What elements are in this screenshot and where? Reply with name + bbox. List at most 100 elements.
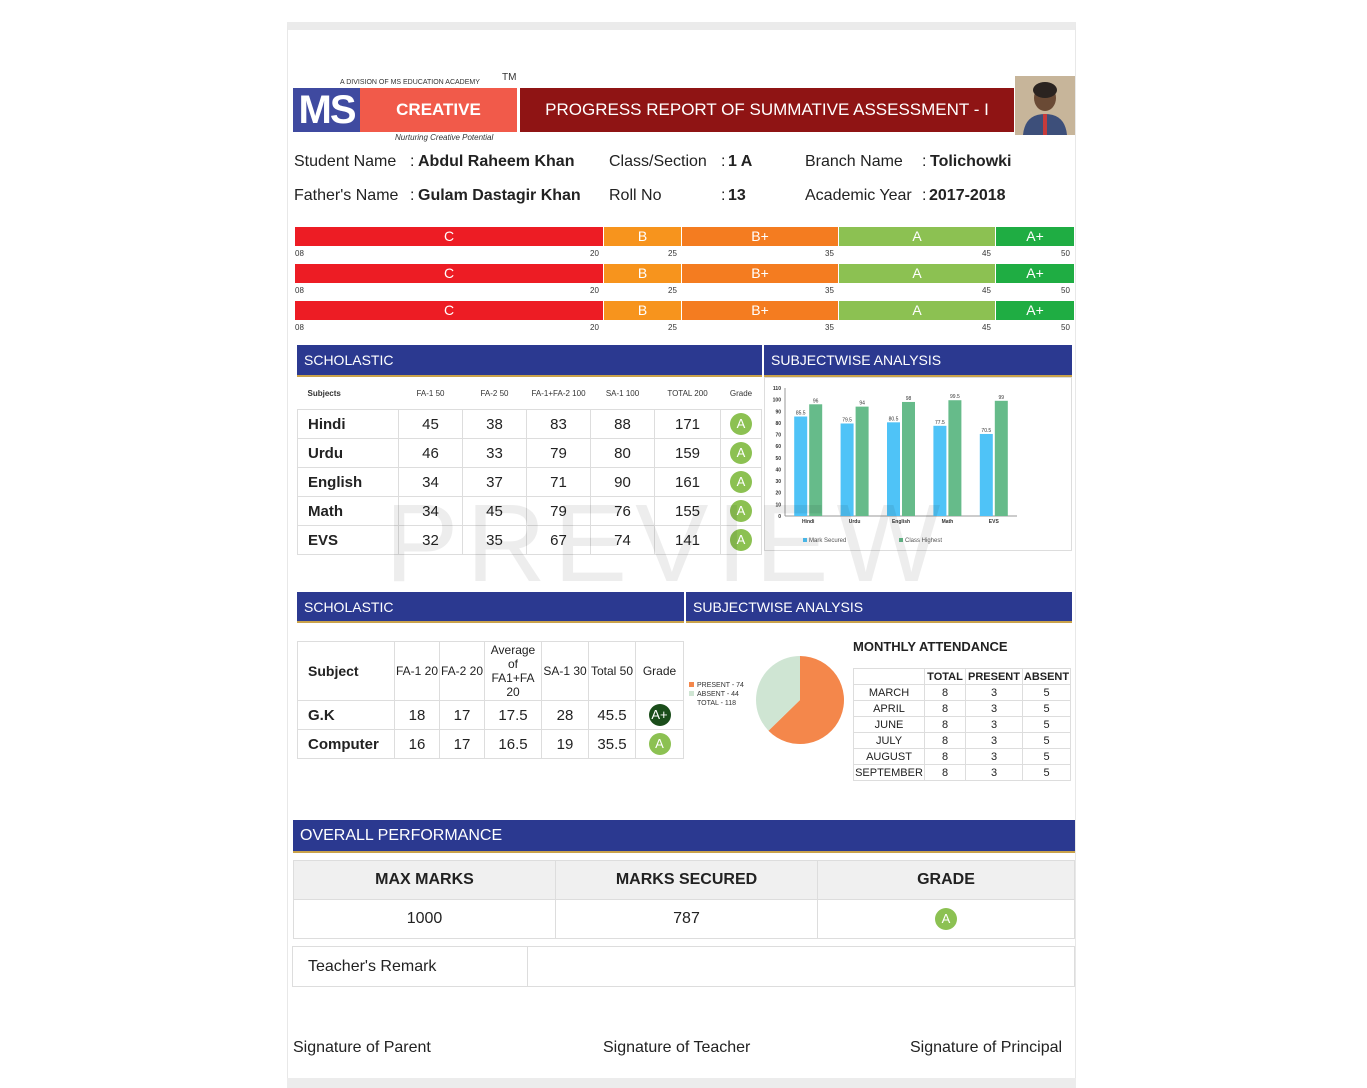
pie-total-label: TOTAL - 118: [697, 700, 736, 707]
cell-fa2: 17: [439, 700, 485, 730]
cell-month: JUNE: [853, 716, 925, 733]
legend-label: PRESENT - 74: [697, 682, 744, 689]
y-tick-label: 60: [775, 444, 781, 450]
table-row: Urdu 46 33 79 80 159 A: [297, 438, 762, 468]
data-label: 80.5: [889, 416, 899, 422]
table-row: 1000 787 A: [293, 899, 1075, 939]
data-label: 96: [813, 398, 819, 404]
grade-tick: 50: [1061, 249, 1070, 258]
table-header-row: Subject FA-1 20 FA-2 20 Average of FA1+F…: [297, 641, 684, 701]
sep: :: [721, 187, 726, 204]
table-row: G.K 18 17 17.5 28 45.5 A+: [297, 700, 684, 730]
col-subjects: Subjects: [307, 388, 341, 398]
class-value: 1 A: [728, 153, 753, 170]
grade-band: C: [295, 301, 603, 320]
cell-absent: 5: [1022, 700, 1071, 717]
col-month: [853, 668, 925, 685]
y-tick-label: 110: [773, 386, 781, 392]
data-label: 94: [859, 401, 865, 407]
sep: :: [410, 187, 415, 204]
cell-month: MARCH: [853, 684, 925, 701]
school-tagline: Nurturing Creative Potential: [395, 133, 494, 142]
grade-badge: A: [648, 733, 671, 755]
cell-fa12: 79: [526, 438, 591, 468]
cell-fa1: 45: [398, 409, 463, 439]
table-row: SEPTEMBER 8 3 5: [853, 764, 1071, 781]
grade-tick: 50: [1061, 323, 1070, 332]
cell-present: 3: [965, 732, 1023, 749]
sep: :: [922, 187, 927, 204]
page-bottom-bar: [287, 1078, 1076, 1088]
student-name-label: Student Name: [294, 153, 397, 170]
cell-total: 8: [924, 732, 966, 749]
cell-total: 8: [924, 764, 966, 781]
table-row: APRIL 8 3 5: [853, 700, 1071, 717]
overall-grade-badge: A: [935, 908, 957, 930]
y-tick-label: 80: [775, 421, 781, 427]
col-max-marks: MAX MARKS: [293, 860, 556, 900]
grade-band: A+: [996, 301, 1074, 320]
cell-subject: Math: [297, 496, 399, 526]
scholastic-table-2: Subject FA-1 20 FA-2 20 Average of FA1+F…: [297, 641, 684, 759]
cell-total: 8: [924, 748, 966, 765]
table-header-row: MAX MARKS MARKS SECURED GRADE: [293, 860, 1075, 900]
grade-band: B: [604, 264, 681, 283]
col-fa2: FA-2 50: [480, 388, 509, 398]
cell-sa1: 28: [541, 700, 589, 730]
cell-absent: 5: [1022, 684, 1071, 701]
attendance-table: TOTAL PRESENT ABSENT MARCH 8 3 5 APRIL 8 3 5 JUN…: [853, 668, 1071, 781]
school-logo-ms: MS: [293, 88, 360, 132]
grade-cell: A: [817, 899, 1075, 939]
report-title: PROGRESS REPORT OF SUMMATIVE ASSESSMENT …: [520, 88, 1014, 132]
data-label: 79.5: [842, 417, 852, 423]
cell-absent: 5: [1022, 732, 1071, 749]
col-fa1: FA-1 50: [416, 388, 445, 398]
col-marks-secured: MARKS SECURED: [555, 860, 818, 900]
cell-present: 3: [965, 716, 1023, 733]
data-label: 85.5: [796, 411, 806, 417]
table-row: MARCH 8 3 5: [853, 684, 1071, 701]
col-fa12: FA-1+FA-2 100: [531, 388, 586, 398]
cell-present: 3: [965, 684, 1023, 701]
grade-band: A+: [996, 227, 1074, 246]
school-logo-name: CREATIVE SCHOOL: [360, 88, 517, 163]
grade-tick: 50: [1061, 286, 1070, 295]
branch-label: Branch Name: [805, 153, 903, 170]
bar-class-highest: [994, 400, 1008, 516]
grade-tick: 45: [982, 323, 991, 332]
grade-tick: 35: [825, 323, 834, 332]
trademark: TM: [502, 72, 517, 83]
cell-total: 8: [924, 716, 966, 733]
year-value: 2017-2018: [929, 187, 1006, 204]
legend-label: ABSENT - 44: [697, 691, 739, 698]
cell-month: JULY: [853, 732, 925, 749]
col-total: Total 50: [588, 641, 636, 701]
attendance-title: MONTHLY ATTENDANCE: [853, 639, 1008, 654]
cell-absent: 5: [1022, 716, 1071, 733]
grade-badge: A: [730, 442, 752, 464]
col-absent: ABSENT: [1022, 668, 1071, 685]
cell-month: SEPTEMBER: [853, 764, 925, 781]
cell-avg: 17.5: [484, 700, 542, 730]
cell-sa1: 88: [590, 409, 655, 439]
cell-total: 171: [654, 409, 721, 439]
cell-grade: A+: [635, 700, 684, 730]
cell-absent: 5: [1022, 764, 1071, 781]
student-photo: [1015, 76, 1075, 135]
student-name: Abdul Raheem Khan: [418, 153, 575, 170]
y-tick-label: 50: [775, 456, 781, 462]
grade-band: B+: [682, 264, 838, 283]
legend-swatch: [689, 691, 694, 696]
cell-month: APRIL: [853, 700, 925, 717]
grade-tick: 25: [668, 249, 677, 258]
grade-band: B+: [682, 301, 838, 320]
col-fa1: FA-1 20: [394, 641, 440, 701]
cell-present: 3: [965, 764, 1023, 781]
branch-value: Tolichowki: [930, 153, 1012, 170]
grade-tick: 25: [668, 323, 677, 332]
table-row: JUNE 8 3 5: [853, 716, 1071, 733]
cell-grade: A: [720, 438, 762, 468]
remark-divider: [527, 946, 528, 987]
signature-parent: Signature of Parent: [293, 1039, 431, 1056]
cell-fa12: 83: [526, 409, 591, 439]
